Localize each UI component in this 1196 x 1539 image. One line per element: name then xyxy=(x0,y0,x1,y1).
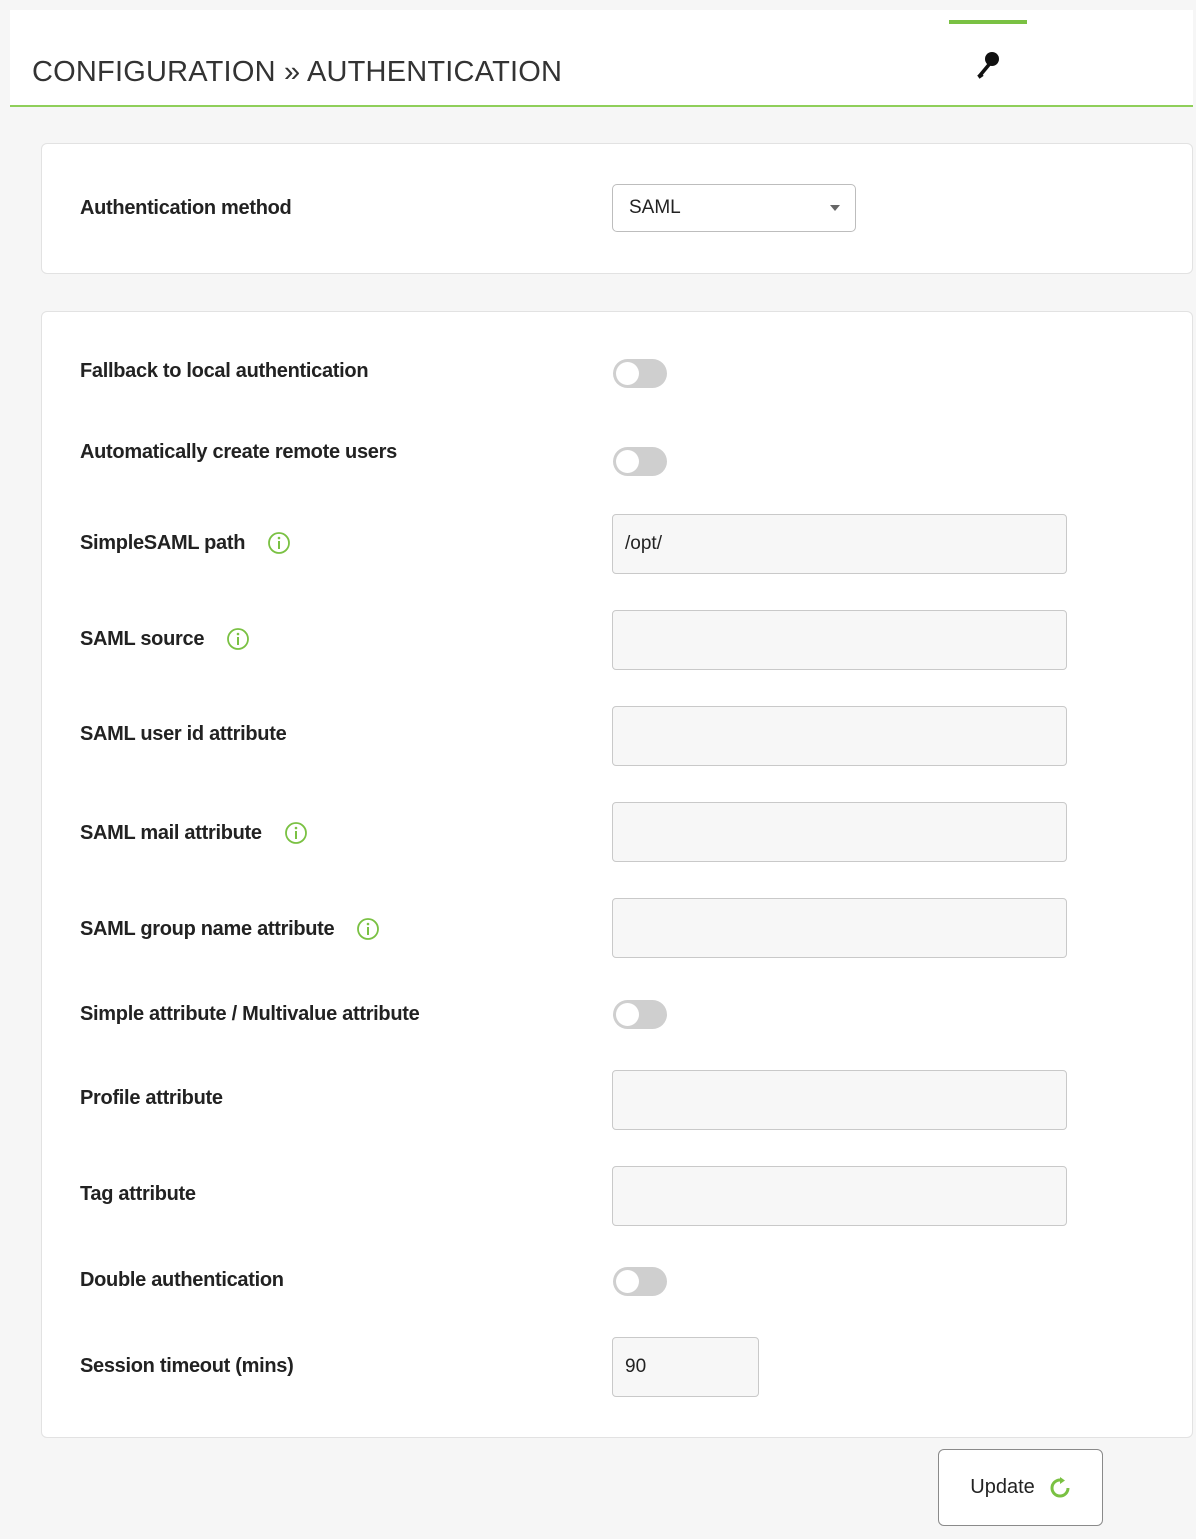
refresh-icon xyxy=(1050,1476,1070,1497)
auth-method-select[interactable]: SAML xyxy=(612,184,856,232)
profile-attr-input[interactable] xyxy=(612,1070,1067,1130)
saml-user-id-label: SAML user id attribute xyxy=(80,723,287,745)
info-icon[interactable] xyxy=(356,917,380,941)
tag-attr-label: Tag attribute xyxy=(80,1183,196,1205)
update-button[interactable]: Update xyxy=(938,1449,1103,1526)
page-title: CONFIGURATION » AUTHENTICATION xyxy=(32,56,563,88)
fallback-toggle[interactable] xyxy=(613,359,667,388)
saml-source-input[interactable] xyxy=(612,610,1067,670)
key-icon xyxy=(977,52,999,79)
session-timeout-label: Session timeout (mins) xyxy=(80,1355,294,1377)
auto-create-label: Automatically create remote users xyxy=(80,441,397,463)
tab-authentication[interactable] xyxy=(949,20,1027,105)
tag-attr-input[interactable] xyxy=(612,1166,1067,1226)
auto-create-toggle[interactable] xyxy=(613,447,667,476)
double-auth-label: Double authentication xyxy=(80,1269,284,1291)
double-auth-toggle[interactable] xyxy=(613,1267,667,1296)
saml-user-id-input[interactable] xyxy=(612,706,1067,766)
auth-method-label: Authentication method xyxy=(80,197,292,219)
saml-source-label: SAML source xyxy=(80,627,250,651)
info-icon[interactable] xyxy=(284,821,308,845)
info-icon[interactable] xyxy=(267,531,291,555)
session-timeout-input[interactable] xyxy=(612,1337,759,1397)
toggle-knob xyxy=(616,362,639,385)
toggle-knob xyxy=(616,450,639,473)
multivalue-label: Simple attribute / Multivalue attribute xyxy=(80,1003,420,1025)
saml-mail-input[interactable] xyxy=(612,802,1067,862)
toggle-knob xyxy=(616,1003,639,1026)
auth-method-value: SAML xyxy=(629,197,681,218)
update-button-label: Update xyxy=(970,1476,1035,1498)
simplesaml-path-input[interactable] xyxy=(612,514,1067,574)
fallback-label: Fallback to local authentication xyxy=(80,360,369,382)
toggle-knob xyxy=(616,1270,639,1293)
multivalue-toggle[interactable] xyxy=(613,1000,667,1029)
auth-method-panel: Authentication method SAML xyxy=(41,143,1193,274)
saml-group-label: SAML group name attribute xyxy=(80,917,380,941)
saml-mail-label: SAML mail attribute xyxy=(80,821,308,845)
info-icon[interactable] xyxy=(226,627,250,651)
saml-settings-panel: Fallback to local authentication Automat… xyxy=(41,311,1193,1438)
chevron-down-icon xyxy=(830,205,840,211)
profile-attr-label: Profile attribute xyxy=(80,1087,223,1109)
page-header: CONFIGURATION » AUTHENTICATION xyxy=(10,10,1193,107)
simplesaml-path-label: SimpleSAML path xyxy=(80,531,291,555)
saml-group-input[interactable] xyxy=(612,898,1067,958)
